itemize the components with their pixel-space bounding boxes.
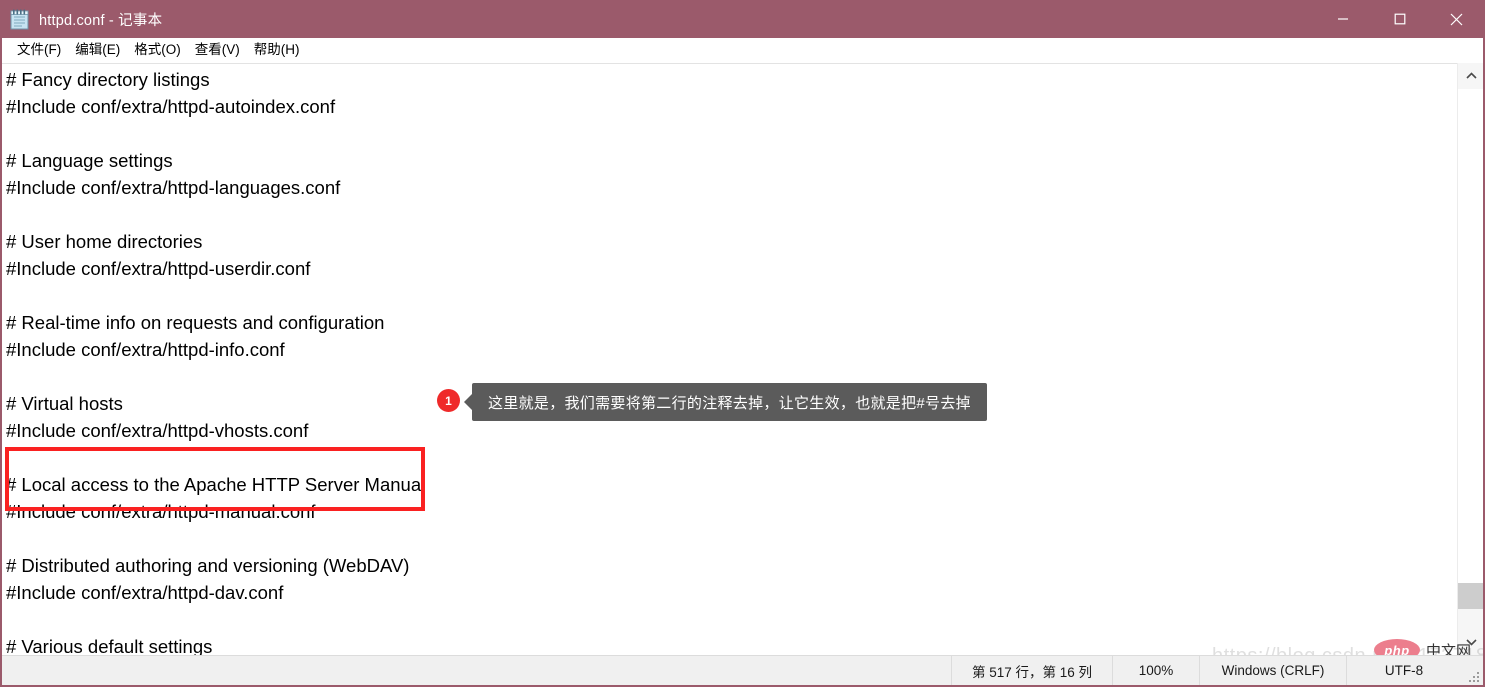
editor-line: # Various default settings xyxy=(6,636,213,655)
annotation-tooltip: 这里就是，我们需要将第二行的注释去掉，让它生效，也就是把#号去掉 xyxy=(472,383,987,421)
notepad-icon xyxy=(10,9,30,30)
menu-item-help[interactable]: 帮助(H) xyxy=(247,41,307,60)
resize-grip[interactable] xyxy=(1461,656,1483,686)
status-bar: 第 517 行，第 16 列 100% Windows (CRLF) UTF-8 xyxy=(2,655,1483,685)
status-cursor-position: 第 517 行，第 16 列 xyxy=(951,655,1112,685)
status-encoding[interactable]: UTF-8 xyxy=(1346,655,1461,685)
editor-line: # Language settings xyxy=(6,150,173,171)
menu-item-file[interactable]: 文件(F) xyxy=(10,41,68,60)
status-line-ending[interactable]: Windows (CRLF) xyxy=(1199,655,1346,685)
close-button[interactable] xyxy=(1428,0,1483,38)
editor-line: #Include conf/extra/httpd-languages.conf xyxy=(6,177,341,198)
menu-item-edit[interactable]: 编辑(E) xyxy=(68,41,127,60)
minimize-button[interactable] xyxy=(1314,0,1371,38)
vertical-scrollbar[interactable] xyxy=(1457,63,1483,655)
notepad-window: httpd.conf - 记事本 文件(F) 编辑(E) 格式(O) 查看(V)… xyxy=(0,0,1485,687)
editor-line: #Include conf/extra/httpd-vhosts.conf xyxy=(6,420,309,441)
menu-bar: 文件(F) 编辑(E) 格式(O) 查看(V) 帮助(H) xyxy=(2,38,1483,63)
window-controls xyxy=(1314,0,1483,38)
editor-line: # Distributed authoring and versioning (… xyxy=(6,555,410,576)
editor-line: # User home directories xyxy=(6,231,203,252)
menu-item-format[interactable]: 格式(O) xyxy=(127,41,188,60)
editor-line: # Fancy directory listings xyxy=(6,69,210,90)
editor-line: #Include conf/extra/httpd-dav.conf xyxy=(6,582,284,603)
scrollbar-thumb[interactable] xyxy=(1458,583,1483,609)
chevron-up-icon[interactable] xyxy=(1458,63,1483,89)
editor-line: #Include conf/extra/httpd-manual.conf xyxy=(6,501,316,522)
callout-badge-1: 1 xyxy=(437,389,460,412)
editor-line: # Virtual hosts xyxy=(6,393,123,414)
text-editor-area[interactable]: # Fancy directory listings #Include conf/… xyxy=(2,63,1457,655)
maximize-button[interactable] xyxy=(1371,0,1428,38)
window-title: httpd.conf - 记事本 xyxy=(39,12,163,29)
editor-line: #Include conf/extra/httpd-userdir.conf xyxy=(6,258,311,279)
editor-line: #Include conf/extra/httpd-autoindex.conf xyxy=(6,96,336,117)
editor-content: # Fancy directory listings #Include conf/… xyxy=(6,66,425,655)
scrollbar-track-upper[interactable] xyxy=(1458,89,1483,583)
title-bar: httpd.conf - 记事本 xyxy=(2,0,1483,38)
menu-item-view[interactable]: 查看(V) xyxy=(188,41,247,60)
status-zoom-level[interactable]: 100% xyxy=(1112,655,1199,685)
chevron-down-icon[interactable] xyxy=(1458,629,1483,655)
editor-line: #Include conf/extra/httpd-info.conf xyxy=(6,339,285,360)
editor-line: # Real-time info on requests and configu… xyxy=(6,312,385,333)
editor-line: # Local access to the Apache HTTP Server… xyxy=(6,474,426,495)
